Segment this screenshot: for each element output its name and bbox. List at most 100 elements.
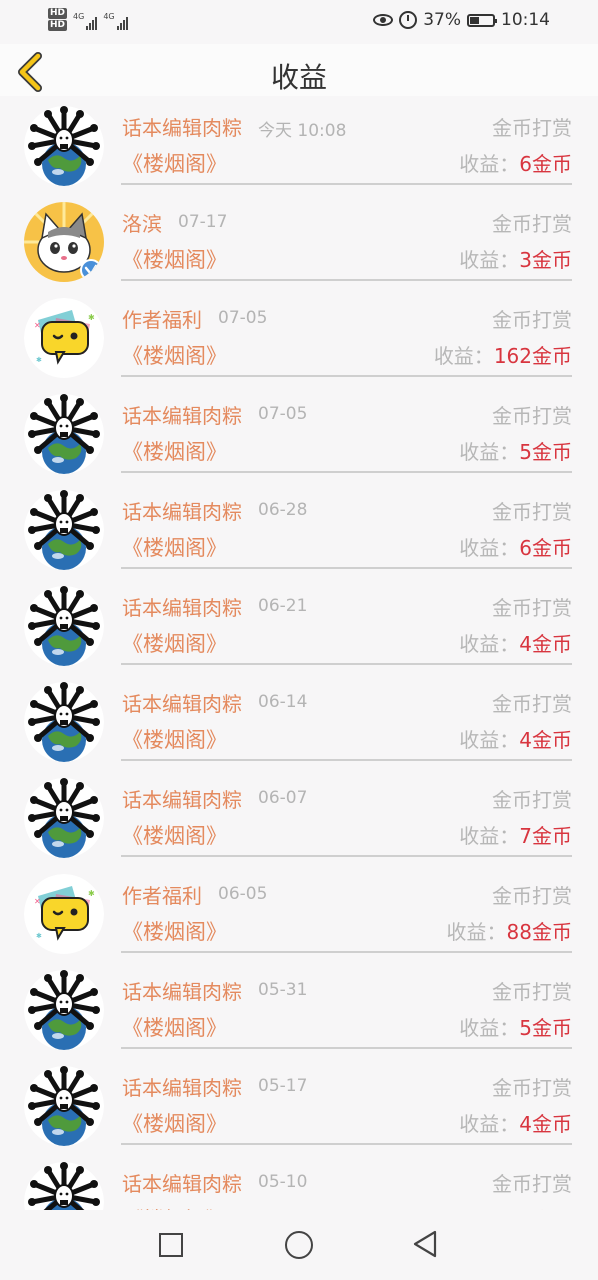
sender-name: 话本编辑肉粽 (122, 116, 242, 140)
avatar[interactable]: ✕ ✱ ✱ (24, 298, 104, 378)
income-amount: 收益：4金币 (459, 1108, 572, 1137)
row-divider (121, 855, 572, 857)
row-divider (121, 279, 572, 281)
income-row[interactable]: ✕ ✱ ✱ 作者福利 07-05 金币打赏 《楼烟阁》 收益：162金币 (0, 288, 598, 384)
transaction-type: 金币打赏 (492, 308, 572, 332)
sender-name: 话本编辑肉粽 (122, 980, 242, 1004)
income-label: 收益： (459, 1016, 520, 1040)
income-row[interactable]: 话本编辑肉粽 今天 10:08 金币打赏《楼烟阁》 收益：6金币 (0, 96, 598, 192)
income-value: 4金币 (519, 728, 572, 752)
row-divider (121, 663, 572, 665)
income-amount: 收益：7金币 (459, 820, 572, 849)
transaction-type: 金币打赏 (492, 980, 572, 1004)
timestamp: 07-05 (218, 308, 268, 328)
transaction-type: 金币打赏 (492, 404, 572, 428)
income-value: 3金币 (519, 248, 572, 272)
avatar[interactable] (24, 202, 104, 282)
avatar[interactable] (24, 394, 104, 474)
timestamp: 今天 10:08 (258, 121, 347, 141)
timestamp: 06-05 (218, 884, 268, 904)
income-row[interactable]: 话本编辑肉粽 06-28 金币打赏 《楼烟阁》 收益：6金币 (0, 480, 598, 576)
income-value: 5金币 (519, 440, 572, 464)
row-divider (121, 471, 572, 473)
sender-name: 话本编辑肉粽 (122, 500, 242, 524)
income-label: 收益： (433, 344, 494, 368)
row-divider (121, 1047, 572, 1049)
income-list[interactable]: 话本编辑肉粽 今天 10:08 金币打赏 《楼烟阁》 收益：6金币 洛滨 07-17 金币打… (0, 96, 598, 1210)
book-title: 《楼烟阁》 (122, 440, 227, 464)
timestamp: 06-21 (258, 596, 308, 616)
back-nav-button[interactable] (412, 1230, 438, 1258)
income-value: 162金币 (493, 344, 572, 368)
recent-apps-button[interactable] (159, 1233, 183, 1257)
timestamp: 06-14 (258, 692, 308, 712)
income-row[interactable]: 话本编辑肉粽 05-31 金币打赏 《楼烟阁》 收益：5金币 (0, 960, 598, 1056)
home-button[interactable] (285, 1231, 313, 1259)
row-divider (121, 375, 572, 377)
battery-percent: 37% (423, 10, 461, 30)
transaction-type: 金币打赏 (492, 884, 572, 908)
income-row[interactable]: 话本编辑肉粽 07-05 金币打赏《楼烟阁》 收益：5金币 (0, 384, 598, 480)
timestamp: 06-28 (258, 500, 308, 520)
hd-badge: HD (48, 20, 68, 31)
row-divider (121, 183, 572, 185)
sender-name: 话本编辑肉粽 (122, 692, 242, 716)
book-title: 《楼烟阁》 (122, 344, 227, 368)
income-label: 收益： (459, 152, 520, 176)
book-title: 《楼烟阁》 (122, 152, 227, 176)
book-title: 《楼烟阁》 (122, 728, 227, 752)
avatar[interactable]: ✕ ✱ ✱ (24, 874, 104, 954)
row-divider (121, 1143, 572, 1145)
income-row[interactable]: 话本编辑肉粽05-10金币打赏《楼烟阁》收益：6金币 (0, 1152, 598, 1210)
income-label: 收益： (459, 248, 520, 272)
signal-indicators: HD HD 4G 4G (48, 8, 128, 31)
svg-text:✕: ✕ (34, 321, 41, 330)
book-title: 《楼烟阁》 (122, 1112, 227, 1136)
book-title: 《楼烟阁》 (122, 248, 227, 272)
timestamp: 07-05 (258, 404, 308, 424)
clock: 10:14 (501, 10, 550, 30)
svg-text:✱: ✱ (36, 932, 42, 940)
income-row[interactable]: 话本编辑肉粽 06-14 金币打赏 《楼烟阁》 收益：4金币 (0, 672, 598, 768)
sender-name: 话本编辑肉粽 (122, 1076, 242, 1100)
avatar[interactable] (24, 490, 104, 570)
signal-icon: 4G (73, 12, 98, 30)
income-row[interactable]: 话本编辑肉粽 06-21 金币打赏 《楼烟阁》 收益：4金币 (0, 576, 598, 672)
income-row[interactable]: 话本编辑肉粽 06-07 金币打赏 《楼烟阁》 收益：7金币 (0, 768, 598, 864)
income-value: 6金币 (519, 152, 572, 176)
avatar[interactable] (24, 778, 104, 858)
income-row[interactable]: 话本编辑肉粽 05-17 金币打赏 《楼烟阁》 收益：4金币 (0, 1056, 598, 1152)
income-amount: 收益：88金币 (447, 916, 572, 945)
system-nav-bar (0, 1210, 598, 1280)
income-row[interactable]: ✕ ✱ ✱ 作者福利 06-05 金币打赏 《楼烟阁》 收益：88金币 (0, 864, 598, 960)
sender-name: 话本编辑肉粽 (122, 404, 242, 428)
transaction-type: 金币打赏 (492, 116, 572, 140)
book-title: 《楼烟阁》 (122, 1016, 227, 1040)
income-value: 88金币 (506, 920, 572, 944)
income-row[interactable]: 洛滨 07-17 金币打赏 《楼烟阁》 收益：3金币 (0, 192, 598, 288)
avatar[interactable] (24, 682, 104, 762)
avatar[interactable] (24, 106, 104, 186)
book-title: 《楼烟阁》 (122, 824, 227, 848)
income-amount: 收益：6金币 (459, 148, 572, 177)
alarm-icon (399, 11, 418, 29)
sender-name: 话本编辑肉粽 (122, 1172, 242, 1196)
row-divider (121, 951, 572, 953)
svg-text:✕: ✕ (34, 897, 41, 906)
timestamp: 07-17 (178, 212, 228, 232)
income-value: 4金币 (519, 632, 572, 656)
income-amount: 收益：6金币 (459, 532, 572, 561)
income-amount: 收益：4金币 (459, 724, 572, 753)
signal-icon: 4G (103, 12, 128, 30)
income-label: 收益： (459, 728, 520, 752)
avatar[interactable] (24, 970, 104, 1050)
avatar[interactable] (24, 1162, 104, 1210)
income-label: 收益： (446, 920, 507, 944)
avatar[interactable] (24, 1066, 104, 1146)
avatar[interactable] (24, 586, 104, 666)
transaction-type: 金币打赏 (492, 788, 572, 812)
hd-badge: HD (48, 8, 68, 19)
income-amount: 收益：5金币 (459, 1012, 572, 1041)
income-label: 收益： (459, 440, 520, 464)
income-label: 收益： (459, 1112, 520, 1136)
